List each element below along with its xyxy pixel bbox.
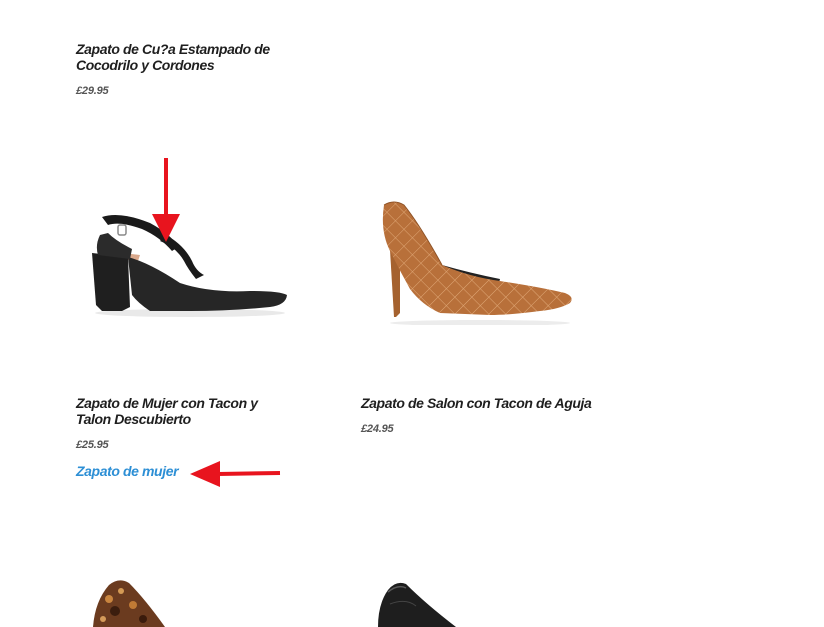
tan-quilted-stiletto-icon[interactable] bbox=[370, 195, 580, 325]
product-price-1: £29.95 bbox=[76, 85, 109, 97]
black-slingback-shoe-icon[interactable] bbox=[80, 195, 300, 325]
black-leather-pump-icon[interactable] bbox=[370, 578, 490, 627]
product-title-1[interactable]: Zapato de Cu?a Estampado de Cocodrilo y … bbox=[76, 41, 286, 73]
product-title-2[interactable]: Zapato de Mujer con Tacon y Talon Descub… bbox=[76, 395, 286, 427]
annotation-arrow-down-icon bbox=[152, 158, 180, 242]
product-title-3[interactable]: Zapato de Salon con Tacon de Aguja bbox=[361, 395, 601, 411]
annotation-arrow-left-icon bbox=[190, 461, 281, 487]
category-link-zapato-de-mujer[interactable]: Zapato de mujer bbox=[76, 463, 179, 479]
tortoiseshell-heel-icon[interactable] bbox=[85, 575, 205, 627]
product-price-3: £24.95 bbox=[361, 423, 394, 435]
product-price-2: £25.95 bbox=[76, 439, 109, 451]
